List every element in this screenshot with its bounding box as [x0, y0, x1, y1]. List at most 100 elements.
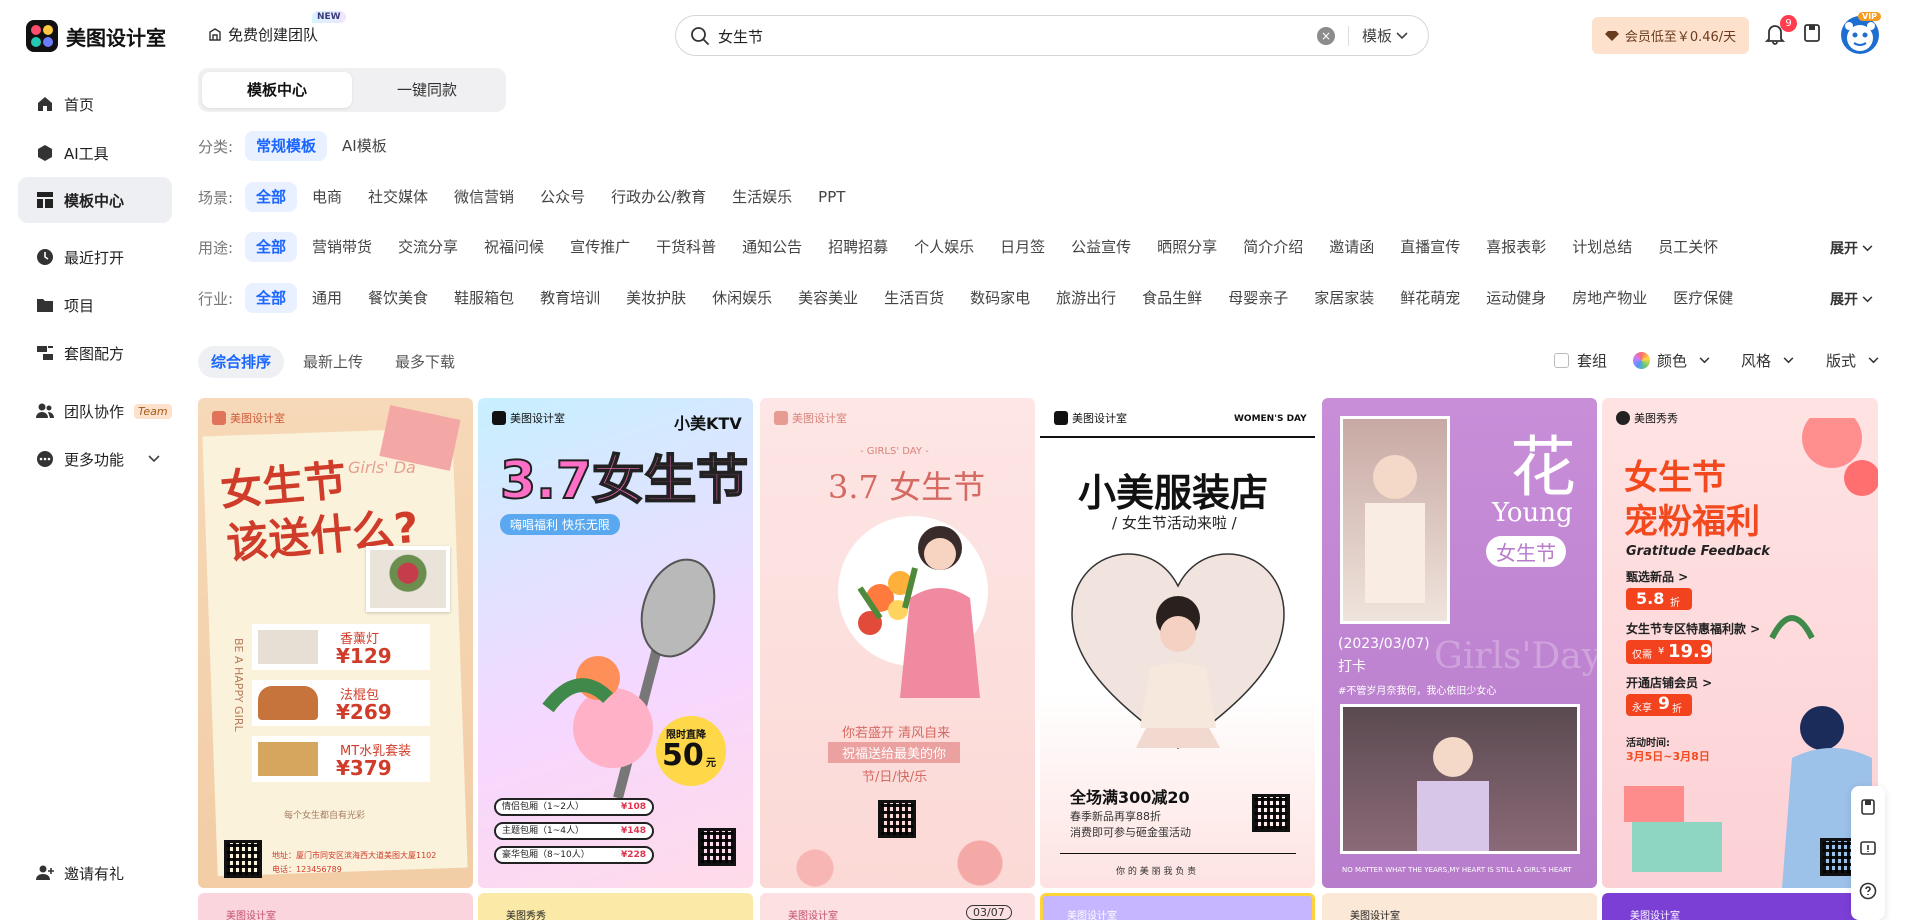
- chip-industry[interactable]: 家居家装: [1303, 283, 1385, 313]
- sort-most-downloaded[interactable]: 最多下载: [382, 346, 468, 378]
- brand-label: 美图设计室: [1630, 911, 1680, 920]
- template-card[interactable]: 美图设计室: [198, 893, 473, 920]
- template-card[interactable]: 美图设计室: [1602, 893, 1878, 920]
- sort-comprehensive[interactable]: 综合排序: [198, 346, 285, 378]
- template-card[interactable]: 美图设计室: [1040, 893, 1315, 920]
- template-card[interactable]: 美图设计室 女生节 该送什么? Girls' Da BE A HAPPY GIR…: [198, 398, 473, 888]
- sidebar-item-templates[interactable]: 模板中心: [18, 177, 172, 223]
- set-filter[interactable]: 套组: [1554, 350, 1607, 371]
- template-card[interactable]: 美图秀秀: [478, 893, 753, 920]
- search-input[interactable]: [718, 25, 1278, 47]
- chip-usage[interactable]: 招聘招募: [817, 232, 899, 262]
- sidebar-item-projects[interactable]: 项目: [18, 282, 172, 328]
- color-filter[interactable]: 颜色: [1633, 350, 1710, 371]
- clear-search-icon[interactable]: ×: [1317, 27, 1335, 45]
- user-avatar[interactable]: [1841, 16, 1879, 54]
- favorites-icon[interactable]: [1859, 798, 1877, 816]
- chip-industry[interactable]: 通用: [301, 283, 353, 313]
- chip-usage[interactable]: 交流分享: [387, 232, 469, 262]
- brand-logo-icon: [492, 411, 506, 425]
- sidebar-item-label: 最近打开: [64, 248, 125, 267]
- sidebar-item-home[interactable]: 首页: [18, 81, 172, 127]
- chip-usage[interactable]: 宣传推广: [559, 232, 641, 262]
- chip-usage[interactable]: 计划总结: [1561, 232, 1643, 262]
- template-card[interactable]: 美图设计室 03/07: [760, 893, 1035, 920]
- chip-ai-template[interactable]: AI模板: [331, 131, 398, 161]
- chip-industry[interactable]: 全部: [245, 283, 298, 313]
- tab-one-click-same[interactable]: 一键同款: [352, 72, 502, 108]
- template-card[interactable]: 美图设计室 - GIRLS' DAY - 3.7 女生节 你若盛开 清风自来 祝…: [760, 398, 1035, 888]
- industry-expand-button[interactable]: 展开: [1830, 289, 1873, 309]
- template-card[interactable]: 美图设计室 WOMEN'S DAY 小美服装店 / 女生节活动来啦 / 全场满3…: [1040, 398, 1315, 888]
- chip-scene[interactable]: PPT: [807, 182, 856, 212]
- chip-industry[interactable]: 生活百货: [873, 283, 955, 313]
- chip-usage[interactable]: 员工关怀: [1647, 232, 1729, 262]
- chip-industry[interactable]: 运动健身: [1475, 283, 1557, 313]
- card-address: 地址：厦门市同安区滨海西大道美图大厦1102: [272, 851, 437, 860]
- brand-logo-icon: [774, 411, 788, 425]
- chip-industry[interactable]: 数码家电: [959, 283, 1041, 313]
- chip-industry[interactable]: 鞋服箱包: [443, 283, 525, 313]
- sidebar-item-recipes[interactable]: 套图配方: [18, 330, 172, 376]
- search-icon[interactable]: [690, 26, 710, 46]
- chip-industry[interactable]: 医疗保健: [1662, 283, 1744, 313]
- template-card[interactable]: 美图设计室 小美KTV 3.7女生节 嗨唱福利 快乐无限 限时直降 50 元 情…: [478, 398, 753, 888]
- chip-usage[interactable]: 喜报表彰: [1475, 232, 1557, 262]
- chip-industry[interactable]: 教育培训: [529, 283, 611, 313]
- chip-usage[interactable]: 通知公告: [731, 232, 813, 262]
- template-card[interactable]: 花 Young 女生节 (2023/03/07) 打卡 Girls'Day #不…: [1322, 398, 1597, 888]
- sort-latest[interactable]: 最新上传: [290, 346, 376, 378]
- sidebar-item-recent[interactable]: 最近打开: [18, 234, 172, 280]
- template-card[interactable]: 美图秀秀 女生节 宠粉福利 Gratitude Feedback 甄选新品 > …: [1602, 398, 1878, 888]
- format-filter[interactable]: 版式: [1826, 350, 1879, 371]
- tab-template-center[interactable]: 模板中心: [202, 72, 352, 108]
- price-unit: 折: [1672, 704, 1682, 715]
- chip-usage[interactable]: 简介介绍: [1232, 232, 1314, 262]
- template-card[interactable]: 美图设计室: [1322, 893, 1597, 920]
- sidebar-item-ai-tools[interactable]: AI工具: [18, 130, 172, 176]
- scrollbar[interactable]: [1910, 70, 1916, 920]
- sidebar-item-team[interactable]: 团队协作 Team: [18, 388, 172, 434]
- chip-regular-template[interactable]: 常规模板: [245, 131, 328, 161]
- style-filter[interactable]: 风格: [1741, 350, 1794, 371]
- create-team-button[interactable]: 免费创建团队: [208, 24, 318, 45]
- chip-scene[interactable]: 微信营销: [443, 182, 525, 212]
- feedback-icon[interactable]: [1859, 840, 1877, 858]
- save-icon[interactable]: [1803, 23, 1821, 43]
- chip-industry[interactable]: 鲜花萌宠: [1389, 283, 1471, 313]
- chip-usage[interactable]: 直播宣传: [1389, 232, 1471, 262]
- chip-usage[interactable]: 邀请函: [1318, 232, 1385, 262]
- usage-expand-button[interactable]: 展开: [1830, 238, 1873, 258]
- sidebar-item-invite[interactable]: 邀请有礼: [18, 850, 172, 896]
- search-type-dropdown[interactable]: 模板: [1362, 25, 1408, 46]
- chip-industry[interactable]: 美容美业: [787, 283, 869, 313]
- chip-industry[interactable]: 餐饮美食: [357, 283, 439, 313]
- chip-industry[interactable]: 母婴亲子: [1217, 283, 1299, 313]
- chip-scene[interactable]: 全部: [245, 182, 298, 212]
- chip-usage[interactable]: 祝福问候: [473, 232, 555, 262]
- chip-industry[interactable]: 旅游出行: [1045, 283, 1127, 313]
- logo[interactable]: 美图设计室: [26, 20, 166, 52]
- set-checkbox[interactable]: [1554, 353, 1569, 368]
- sidebar-item-more[interactable]: 更多功能: [18, 436, 172, 482]
- chip-industry[interactable]: 休闲娱乐: [701, 283, 783, 313]
- chip-usage[interactable]: 干货科普: [645, 232, 727, 262]
- chip-usage[interactable]: 晒照分享: [1146, 232, 1228, 262]
- chip-scene[interactable]: 电商: [301, 182, 353, 212]
- chip-industry[interactable]: 食品生鲜: [1131, 283, 1213, 313]
- vip-promo-button[interactable]: 会员低至￥0.46/天: [1592, 17, 1749, 54]
- chip-usage[interactable]: 个人娱乐: [903, 232, 985, 262]
- girl-with-flowers-illustration: [857, 526, 980, 698]
- chip-usage[interactable]: 营销带货: [301, 232, 383, 262]
- chip-scene[interactable]: 生活娱乐: [721, 182, 803, 212]
- brand-logo-icon: [1054, 411, 1068, 425]
- chip-industry[interactable]: 美妆护肤: [615, 283, 697, 313]
- chip-scene[interactable]: 社交媒体: [357, 182, 439, 212]
- chip-scene[interactable]: 行政办公/教育: [600, 182, 717, 212]
- chip-industry[interactable]: 房地产物业: [1561, 283, 1658, 313]
- chip-usage[interactable]: 日月签: [989, 232, 1056, 262]
- chip-scene[interactable]: 公众号: [529, 182, 596, 212]
- chip-usage[interactable]: 全部: [245, 232, 298, 262]
- help-icon[interactable]: [1859, 882, 1877, 900]
- chip-usage[interactable]: 公益宣传: [1060, 232, 1142, 262]
